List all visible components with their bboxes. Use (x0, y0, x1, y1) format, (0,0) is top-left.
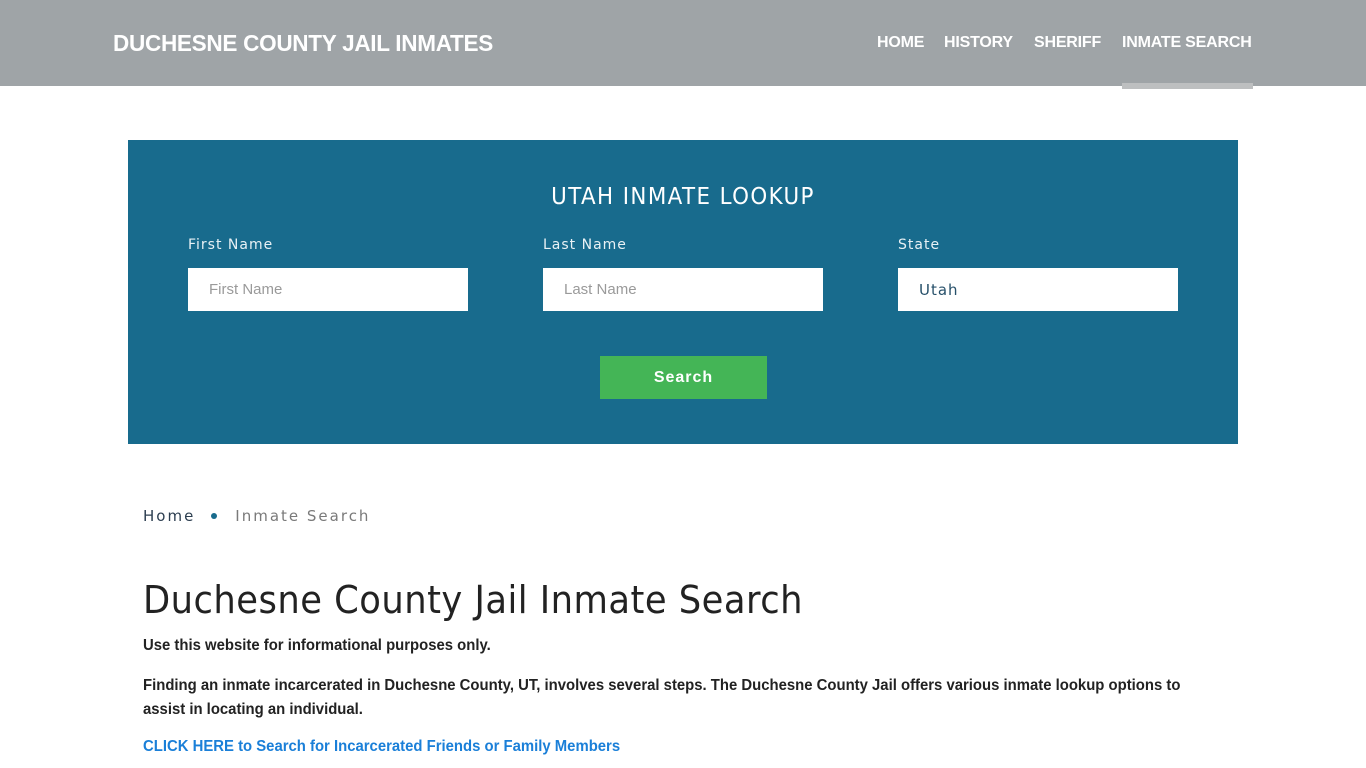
search-friends-family-link[interactable]: CLICK HERE to Search for Incarcerated Fr… (143, 738, 620, 756)
breadcrumb-separator-dot (211, 513, 218, 519)
active-nav-indicator (1122, 83, 1253, 89)
page-title: Duchesne County Jail Inmate Search (143, 578, 803, 622)
last-name-input[interactable] (543, 268, 823, 311)
nav-inmate-search[interactable]: INMATE SEARCH (1122, 34, 1252, 52)
site-brand-link[interactable]: DUCHESNE COUNTY JAIL INMATES (113, 30, 493, 57)
first-name-input[interactable] (188, 268, 468, 311)
state-input[interactable] (898, 268, 1178, 311)
state-label: State (898, 237, 941, 253)
first-name-label: First Name (188, 237, 274, 253)
breadcrumb: Home Inmate Search (143, 507, 370, 525)
nav-sheriff[interactable]: SHERIFF (1034, 34, 1101, 52)
nav-home[interactable]: HOME (877, 34, 924, 52)
breadcrumb-current: Inmate Search (235, 507, 371, 525)
breadcrumb-home-link[interactable]: Home (143, 507, 195, 525)
disclaimer-text: Use this website for informational purpo… (143, 637, 491, 654)
site-header: DUCHESNE COUNTY JAIL INMATES HOME HISTOR… (0, 0, 1366, 86)
last-name-label: Last Name (543, 237, 627, 253)
search-button[interactable]: Search (600, 356, 767, 399)
nav-history[interactable]: HISTORY (944, 34, 1013, 52)
panel-title: UTAH INMATE LOOKUP (551, 184, 815, 210)
intro-paragraph: Finding an inmate incarcerated in Duches… (143, 677, 1181, 718)
inmate-lookup-panel: UTAH INMATE LOOKUP First Name Last Name … (128, 140, 1238, 444)
